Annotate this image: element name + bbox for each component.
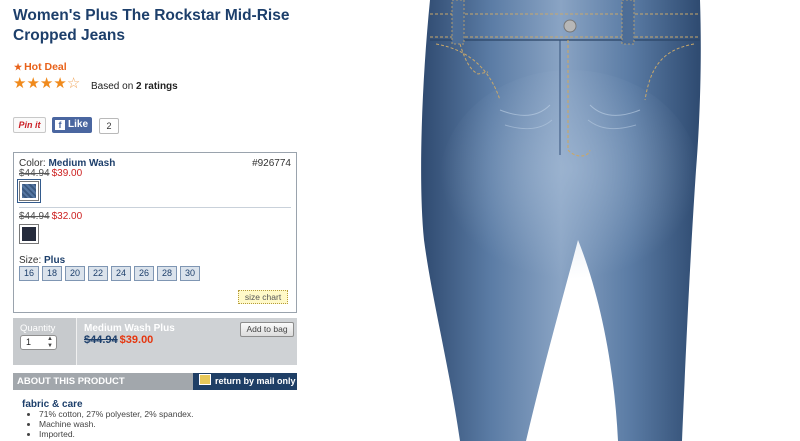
package-icon — [199, 374, 211, 385]
star-filled-icon: ★ — [26, 75, 40, 92]
original-price: $44.94 — [19, 168, 50, 179]
size-option[interactable]: 16 — [19, 266, 39, 281]
size-option[interactable]: 28 — [157, 266, 177, 281]
sale-price: $32.00 — [51, 211, 83, 222]
button-icon — [563, 19, 577, 33]
quantity-select[interactable]: 1 ▲ ▼ — [20, 335, 57, 350]
original-price: $44.94 — [19, 211, 50, 222]
selection-price: $44.94 $39.00 — [84, 334, 153, 346]
add-to-bag-button[interactable]: Add to bag — [240, 322, 294, 337]
size-option[interactable]: 30 — [180, 266, 200, 281]
size-options: 16 18 20 22 24 26 28 30 — [19, 266, 200, 281]
quantity-label: Quantity — [20, 323, 56, 334]
sale-price: $39.00 — [51, 168, 83, 179]
product-image-jeans[interactable] — [400, 0, 740, 441]
facebook-icon: f — [55, 120, 65, 130]
star-filled-icon: ★ — [53, 75, 67, 92]
sale-price: $39.00 — [119, 334, 154, 346]
swatch-price: $44.94 $32.00 — [19, 211, 82, 222]
product-details-panel: Women's Plus The Rockstar Mid-Rise Cropp… — [0, 0, 310, 441]
ratings-count[interactable]: 2 ratings — [136, 81, 178, 92]
size-option[interactable]: 22 — [88, 266, 108, 281]
size-type-value: Plus — [44, 255, 66, 266]
ratings-summary: Based on 2 ratings — [91, 81, 178, 92]
swatch-fill — [22, 227, 36, 241]
list-item: Imported. — [39, 429, 194, 440]
hot-deal-badge: ★ Hot Deal — [14, 61, 67, 73]
return-label: return by mail only — [215, 376, 296, 386]
about-product-bar: ABOUT THIS PRODUCT return by mail only — [13, 373, 297, 390]
size-option[interactable]: 20 — [65, 266, 85, 281]
star-filled-icon: ★ — [39, 75, 54, 92]
divider — [19, 207, 291, 208]
facebook-like-label: Like — [68, 119, 89, 130]
size-option[interactable]: 18 — [42, 266, 62, 281]
select-arrows-icon: ▲ ▼ — [47, 336, 53, 349]
like-count: 2 — [99, 118, 119, 134]
size-line: Size: Plus — [19, 255, 65, 266]
color-swatch-dark-wash[interactable] — [19, 224, 39, 244]
fabric-care-list: 71% cotton, 27% polyester, 2% spandex. M… — [28, 409, 194, 440]
star-empty-icon: ☆ — [66, 75, 81, 92]
quantity-section: Quantity 1 ▲ ▼ — [13, 318, 77, 365]
options-box: Color: Medium Wash #926774 $44.94 $39.00 … — [13, 152, 297, 313]
star-filled-icon: ★ — [13, 75, 27, 92]
selection-name: Medium Wash Plus — [84, 323, 175, 334]
color-swatch-medium-wash[interactable] — [17, 179, 41, 203]
pinit-button[interactable]: Pin it — [13, 117, 46, 133]
hot-deal-label: Hot Deal — [24, 61, 67, 73]
facebook-like-button[interactable]: f Like — [52, 117, 92, 133]
size-chart-link[interactable]: size chart — [238, 290, 288, 304]
add-to-bag-bar: Quantity 1 ▲ ▼ Medium Wash Plus $44.94 $39… — [13, 318, 297, 365]
size-option[interactable]: 24 — [111, 266, 131, 281]
size-option[interactable]: 26 — [134, 266, 154, 281]
belt-loop — [621, 0, 635, 45]
original-price: $44.94 — [84, 334, 118, 346]
sku-number: #926774 — [252, 158, 291, 169]
ratings-prefix: Based on — [91, 81, 137, 92]
quantity-value: 1 — [26, 337, 32, 347]
return-by-mail-button[interactable]: return by mail only — [193, 373, 297, 390]
swatch-fill — [22, 184, 36, 198]
belt-loop — [451, 0, 465, 45]
rating-stars[interactable]: ★★★★☆ — [13, 75, 80, 93]
swatch-price: $44.94 $39.00 — [19, 168, 82, 179]
jeans-fade — [440, 70, 700, 290]
star-icon: ★ — [14, 62, 23, 72]
product-title: Women's Plus The Rockstar Mid-Rise Cropp… — [13, 7, 290, 44]
size-label: Size: — [19, 255, 45, 266]
about-product-title: ABOUT THIS PRODUCT — [17, 376, 125, 387]
